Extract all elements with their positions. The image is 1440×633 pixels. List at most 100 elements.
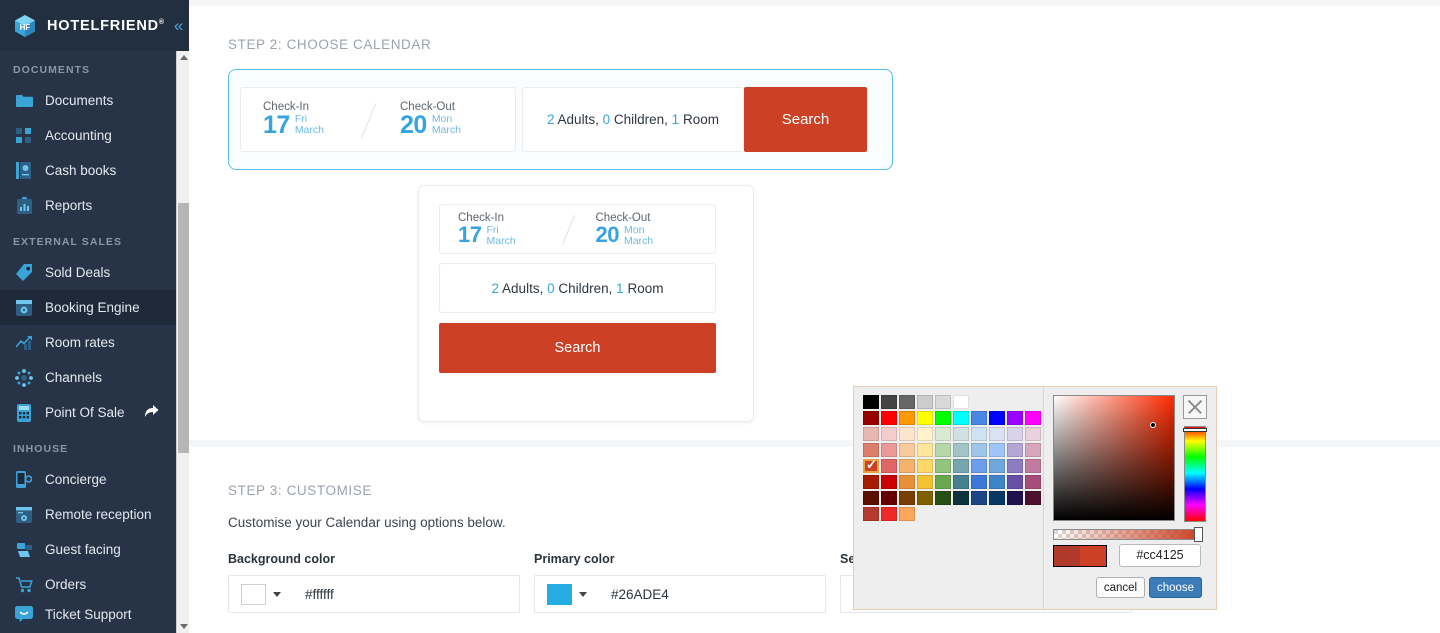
choose-button[interactable]: choose <box>1149 577 1202 598</box>
checkin-block[interactable]: Check-In 17 Fri March <box>440 212 578 247</box>
hue-slider[interactable] <box>1184 426 1206 522</box>
sidebar-scrollbar[interactable] <box>176 51 189 633</box>
sidebar-item-concierge[interactable]: Concierge <box>0 462 189 497</box>
color-swatch[interactable] <box>881 491 897 505</box>
scrollbar-down-arrow[interactable] <box>177 620 189 633</box>
color-swatch[interactable] <box>971 443 987 457</box>
color-picker-popup[interactable]: #cc4125 cancel choose <box>853 386 1217 610</box>
sidebar-item-guest-facing[interactable]: Guest facing <box>0 532 189 567</box>
date-range-field[interactable]: Check-In 17 Fri March Check-Out 20 Mon M… <box>240 87 516 152</box>
sidebar-item-documents[interactable]: Documents <box>0 83 189 118</box>
color-input[interactable]: #26ADE4 <box>534 575 826 613</box>
color-swatch[interactable] <box>881 411 897 425</box>
cancel-button[interactable]: cancel <box>1096 577 1145 598</box>
color-swatch[interactable] <box>917 395 933 409</box>
color-swatch[interactable] <box>953 427 969 441</box>
color-swatch[interactable] <box>935 427 951 441</box>
color-swatch[interactable] <box>863 411 879 425</box>
color-hex-value[interactable]: #26ADE4 <box>611 587 669 602</box>
sidebar-item-accounting[interactable]: Accounting <box>0 118 189 153</box>
color-swatch[interactable] <box>899 427 915 441</box>
color-input[interactable]: #ffffff <box>228 575 520 613</box>
color-swatch[interactable] <box>917 475 933 489</box>
checkout-block[interactable]: Check-Out 20 Mon March <box>578 212 716 247</box>
color-swatch[interactable] <box>989 427 1005 441</box>
color-swatch[interactable] <box>881 475 897 489</box>
guests-field[interactable]: 2 Adults, 0 Children, 1 Room <box>522 87 744 152</box>
sidebar-item-reports[interactable]: Reports <box>0 188 189 223</box>
color-swatch[interactable] <box>953 475 969 489</box>
color-swatch[interactable] <box>935 475 951 489</box>
color-swatch[interactable] <box>917 411 933 425</box>
color-swatch[interactable] <box>863 491 879 505</box>
color-swatch[interactable] <box>899 507 915 521</box>
color-swatch[interactable] <box>971 475 987 489</box>
color-swatch[interactable] <box>953 459 969 473</box>
color-swatch[interactable] <box>971 411 987 425</box>
color-swatch[interactable] <box>971 491 987 505</box>
calendar-widget-vertical[interactable]: Check-In 17 Fri March Check-Out 20 Mon M… <box>418 185 754 422</box>
search-button[interactable]: Search <box>439 323 716 373</box>
alpha-slider[interactable] <box>1053 529 1201 540</box>
color-swatch[interactable] <box>863 507 879 521</box>
checkout-block[interactable]: Check-Out 20 Mon March <box>378 101 515 138</box>
color-swatch[interactable] <box>1025 491 1041 505</box>
sidebar-item-room-rates[interactable]: Room rates <box>0 325 189 360</box>
color-swatch[interactable] <box>899 475 915 489</box>
color-swatch[interactable] <box>989 443 1005 457</box>
chevron-down-icon[interactable] <box>273 591 281 597</box>
color-swatch[interactable] <box>863 458 879 473</box>
sidebar-item-ticket-support[interactable]: Ticket Support <box>0 595 189 633</box>
color-swatch[interactable] <box>935 395 951 409</box>
color-swatch[interactable] <box>935 491 951 505</box>
sidebar-item-remote-reception[interactable]: Remote reception <box>0 497 189 532</box>
sidebar-item-sold-deals[interactable]: Sold Deals <box>0 255 189 290</box>
color-swatch[interactable] <box>881 507 897 521</box>
sv-cursor[interactable] <box>1150 422 1156 428</box>
color-swatch-palette[interactable] <box>854 387 1044 609</box>
sidebar-item-point-of-sale[interactable]: Point Of Sale <box>0 395 189 430</box>
color-swatch[interactable] <box>953 395 969 409</box>
color-swatch[interactable] <box>881 427 897 441</box>
color-swatch[interactable] <box>1007 443 1023 457</box>
color-swatch[interactable] <box>953 411 969 425</box>
color-swatch[interactable] <box>989 411 1005 425</box>
color-swatch[interactable] <box>881 395 897 409</box>
color-swatch[interactable] <box>953 491 969 505</box>
saturation-value-area[interactable] <box>1053 395 1175 521</box>
sidebar-item-cash-books[interactable]: Cash books <box>0 153 189 188</box>
date-range-field[interactable]: Check-In 17 Fri March Check-Out 20 Mon M… <box>439 204 716 254</box>
guests-field[interactable]: 2 Adults, 0 Children, 1 Room <box>439 263 716 313</box>
color-swatch[interactable] <box>241 583 266 605</box>
color-swatch[interactable] <box>863 443 879 457</box>
color-swatch[interactable] <box>899 411 915 425</box>
external-link-icon[interactable] <box>144 404 159 421</box>
chevron-down-icon[interactable] <box>579 591 587 597</box>
color-swatch[interactable] <box>1025 459 1041 473</box>
color-swatch[interactable] <box>899 459 915 473</box>
scrollbar-up-arrow[interactable] <box>177 51 189 64</box>
sidebar-item-channels[interactable]: Channels <box>0 360 189 395</box>
color-swatch[interactable] <box>935 443 951 457</box>
color-swatch[interactable] <box>547 583 572 605</box>
calendar-widget-horizontal[interactable]: Check-In 17 Fri March Check-Out 20 Mon M… <box>228 69 893 170</box>
color-hex-value[interactable]: #ffffff <box>305 587 334 602</box>
color-swatch[interactable] <box>1007 475 1023 489</box>
color-swatch[interactable] <box>989 491 1005 505</box>
color-swatch[interactable] <box>971 459 987 473</box>
color-swatch[interactable] <box>1007 411 1023 425</box>
color-swatch[interactable] <box>863 475 879 489</box>
color-swatch[interactable] <box>863 427 879 441</box>
color-swatch[interactable] <box>1025 475 1041 489</box>
color-swatch[interactable] <box>989 475 1005 489</box>
color-swatch[interactable] <box>953 443 969 457</box>
color-swatch[interactable] <box>899 491 915 505</box>
checkin-block[interactable]: Check-In 17 Fri March <box>241 101 378 138</box>
color-swatch[interactable] <box>1007 491 1023 505</box>
color-swatch[interactable] <box>1007 427 1023 441</box>
color-swatch[interactable] <box>917 491 933 505</box>
color-swatch[interactable] <box>1007 459 1023 473</box>
color-swatch[interactable] <box>881 443 897 457</box>
hue-slider-marker[interactable] <box>1183 428 1207 432</box>
sidebar-item-booking-engine[interactable]: Booking Engine <box>0 290 189 325</box>
